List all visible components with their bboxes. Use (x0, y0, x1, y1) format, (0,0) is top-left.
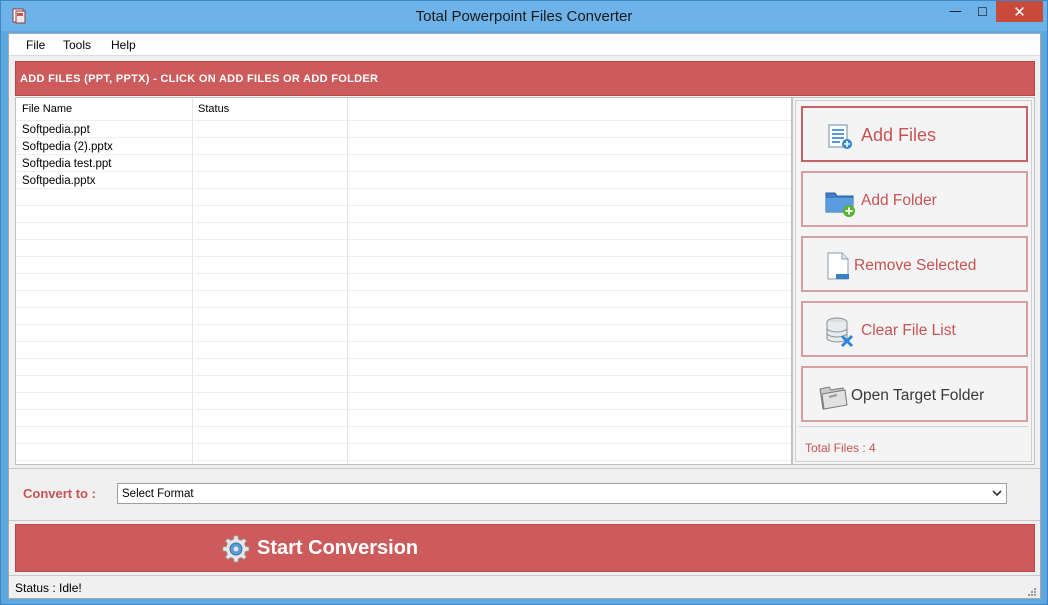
row-divider (16, 154, 791, 155)
convert-to-label: Convert to : (23, 486, 96, 501)
row-divider (16, 188, 791, 189)
title-bar[interactable]: Total Powerpoint Files Converter — ☐ ✕ (1, 1, 1047, 31)
start-conversion-label: Start Conversion (257, 537, 419, 559)
row-divider (16, 273, 791, 274)
gear-icon (222, 535, 250, 563)
actions-panel-inner: Add Files Add Folder Remove Selected Cle… (795, 100, 1032, 462)
row-divider (16, 409, 791, 410)
menu-help[interactable]: Help (111, 38, 136, 52)
row-divider (16, 324, 791, 325)
minimize-button[interactable]: — (942, 1, 969, 22)
row-divider (16, 222, 791, 223)
format-select-value: Select Format (122, 488, 194, 500)
folder-add-icon (823, 184, 857, 218)
row-divider (16, 307, 791, 308)
file-row-name[interactable]: Softpedia.ppt (22, 124, 90, 136)
chevron-down-icon[interactable] (991, 487, 1003, 499)
total-files-count: Total Files : 4 (805, 441, 876, 455)
menu-bar: File Tools Help (9, 34, 1040, 56)
row-divider (16, 341, 791, 342)
menu-file[interactable]: File (26, 38, 45, 52)
total-divider (799, 426, 1028, 427)
status-bar: Status : Idle! (9, 575, 1040, 598)
status-text: Status : Idle! (15, 581, 82, 595)
add-folder-button[interactable]: Add Folder (801, 171, 1028, 227)
window-title: Total Powerpoint Files Converter (415, 8, 633, 25)
column-header-file-name[interactable]: File Name (16, 98, 192, 120)
row-divider (16, 375, 791, 376)
row-divider (16, 205, 791, 206)
format-select[interactable]: Select Format (117, 483, 1007, 504)
app-window: Total Powerpoint Files Converter — ☐ ✕ F… (0, 0, 1048, 605)
row-divider (16, 443, 791, 444)
file-row-name[interactable]: Softpedia (2).pptx (22, 141, 113, 153)
open-target-folder-label: Open Target Folder (851, 387, 985, 404)
maximize-button[interactable]: ☐ (969, 1, 996, 22)
actions-panel: Add Files Add Folder Remove Selected Cle… (792, 97, 1035, 465)
add-files-label: Add Files (861, 125, 937, 145)
remove-selected-label: Remove Selected (854, 257, 977, 274)
row-divider (16, 358, 791, 359)
row-divider (16, 426, 791, 427)
client-area: File Tools Help ADD FILES (PPT, PPTX) - … (8, 33, 1041, 599)
clear-file-list-label: Clear File List (861, 322, 956, 339)
clear-file-list-button[interactable]: Clear File List (801, 301, 1028, 357)
instruction-text: ADD FILES (PPT, PPTX) - CLICK ON ADD FIL… (20, 73, 379, 85)
row-divider (16, 120, 791, 121)
add-files-icon (823, 119, 857, 153)
start-section: Start Conversion (9, 520, 1040, 574)
open-target-folder-button[interactable]: Open Target Folder (801, 366, 1028, 422)
close-button[interactable]: ✕ (996, 1, 1043, 22)
file-list[interactable]: File Name Status Softpedia.ppt Softpedia… (15, 97, 792, 465)
column-header-status[interactable]: Status (192, 98, 347, 120)
row-divider (16, 171, 791, 172)
file-row-name[interactable]: Softpedia test.ppt (22, 158, 112, 170)
start-conversion-button[interactable]: Start Conversion (15, 524, 1035, 572)
convert-section: Convert to : Select Format (9, 468, 1040, 519)
file-row-name[interactable]: Softpedia.pptx (22, 175, 96, 187)
row-divider (16, 460, 791, 461)
clear-list-icon (823, 314, 857, 348)
row-divider (16, 392, 791, 393)
row-divider (16, 256, 791, 257)
add-folder-label: Add Folder (861, 192, 937, 209)
remove-selected-button[interactable]: Remove Selected (801, 236, 1028, 292)
resize-grip-icon[interactable] (1026, 585, 1036, 596)
remove-file-icon (823, 249, 857, 283)
row-divider (16, 239, 791, 240)
row-divider (16, 137, 791, 138)
instruction-banner: ADD FILES (PPT, PPTX) - CLICK ON ADD FIL… (15, 61, 1035, 96)
menu-tools[interactable]: Tools (63, 38, 91, 52)
row-divider (16, 290, 791, 291)
open-folder-icon (817, 379, 851, 413)
add-files-button[interactable]: Add Files (801, 106, 1028, 162)
